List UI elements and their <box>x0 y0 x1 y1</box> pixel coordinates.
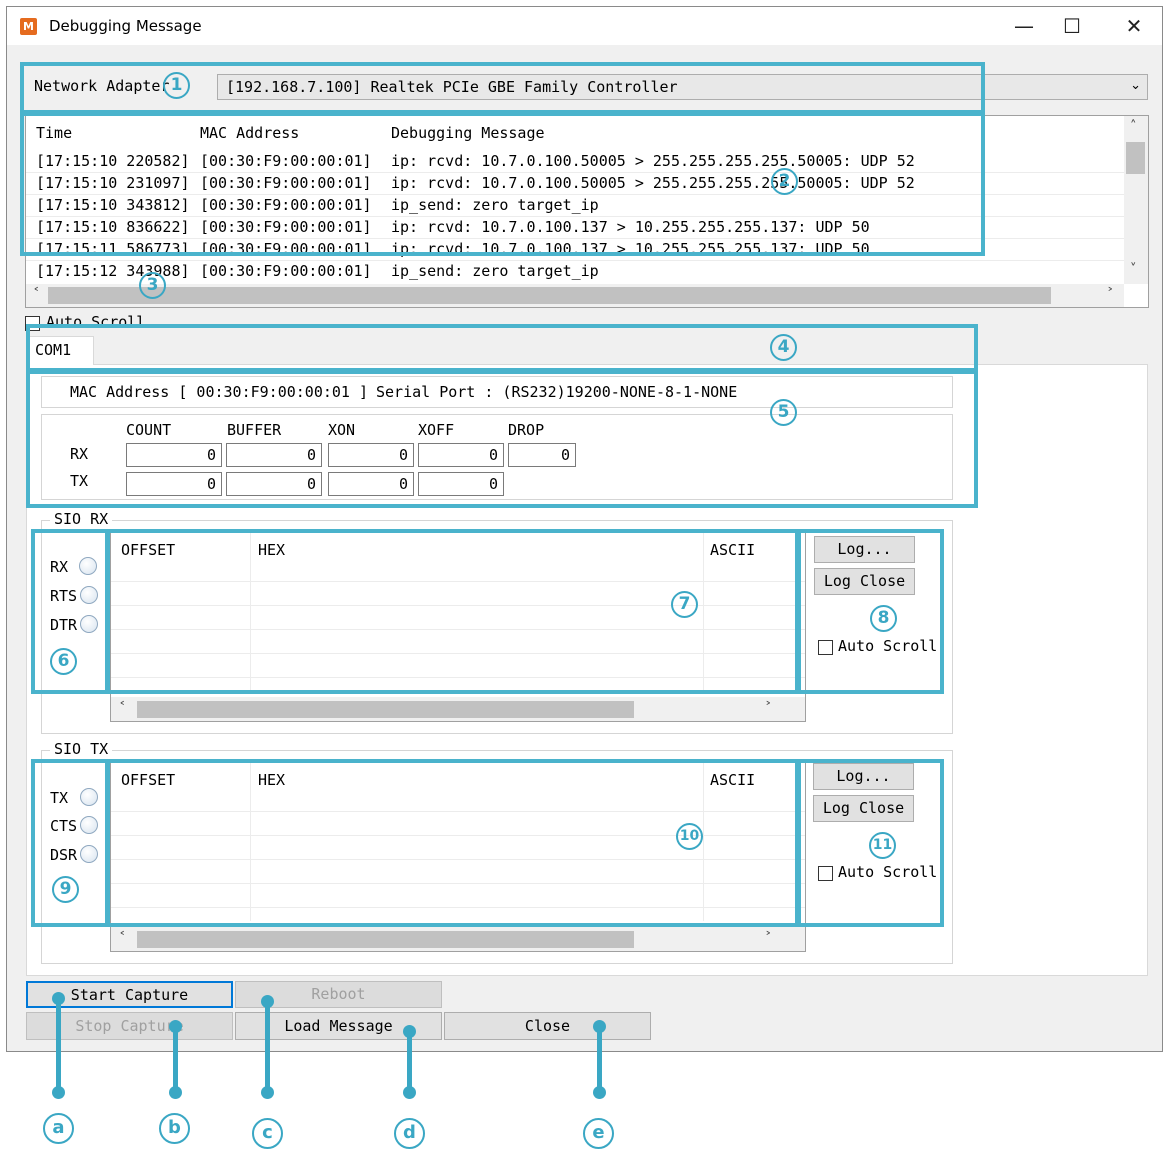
pin-end-a <box>52 1086 65 1099</box>
cell-time: [17:15:12 343988] <box>36 262 190 280</box>
marker-3: 3 <box>139 272 166 299</box>
scroll-left-icon[interactable]: ˂ <box>119 701 126 716</box>
window-title: Debugging Message <box>49 17 202 35</box>
scroll-thumb[interactable] <box>137 931 634 948</box>
marker-9: 9 <box>52 876 79 903</box>
marker-d: d <box>394 1118 425 1149</box>
scroll-left-icon[interactable]: ˂ <box>119 931 126 946</box>
marker-5: 5 <box>770 399 797 426</box>
marker-10: 10 <box>676 823 703 850</box>
close-window-button[interactable]: ✕ <box>1111 11 1157 41</box>
scroll-up-icon[interactable]: ˄ <box>1130 119 1137 134</box>
cell-message: ip_send: zero target_ip <box>391 262 599 280</box>
table-row[interactable]: [17:15:12 343988] [00:30:F9:00:00:01] ip… <box>26 260 1124 282</box>
annotation-box-2 <box>20 112 985 256</box>
scroll-thumb[interactable] <box>1126 142 1145 174</box>
pin-end-e <box>593 1086 606 1099</box>
sio-rx-horizontal-scrollbar[interactable]: ˂ ˃ <box>111 697 805 721</box>
sio-rx-title: SIO RX <box>50 510 113 528</box>
annotation-box-4 <box>26 324 978 372</box>
scroll-down-icon[interactable]: ˅ <box>1130 262 1137 277</box>
scroll-thumb[interactable] <box>48 287 1051 304</box>
pin-end-d <box>403 1086 416 1099</box>
pin-line-e <box>597 1026 602 1092</box>
marker-1: 1 <box>163 72 190 99</box>
row-divider <box>26 260 1124 261</box>
cell-mac: [00:30:F9:00:00:01] <box>200 262 372 280</box>
marker-6: 6 <box>50 648 77 675</box>
sio-tx-title: SIO TX <box>50 740 113 758</box>
scroll-thumb[interactable] <box>137 701 634 718</box>
marker-8: 8 <box>870 605 897 632</box>
marker-e: e <box>583 1118 614 1149</box>
sio-tx-horizontal-scrollbar[interactable]: ˂ ˃ <box>111 927 805 951</box>
marker-a: a <box>43 1113 74 1144</box>
maximize-button[interactable]: ☐ <box>1049 11 1095 41</box>
chevron-down-icon: ⌄ <box>1130 78 1141 93</box>
marker-11: 11 <box>869 832 896 859</box>
minimize-button[interactable]: — <box>1001 11 1047 41</box>
pin-end-c <box>261 1086 274 1099</box>
annotation-box-5 <box>26 370 978 508</box>
pin-line-c <box>265 1001 270 1092</box>
log-vertical-scrollbar[interactable]: ˄ ˅ <box>1124 116 1148 284</box>
app-icon: M <box>20 18 37 35</box>
marker-4: 4 <box>770 334 797 361</box>
scroll-left-icon[interactable]: ˂ <box>33 287 40 302</box>
marker-c: c <box>252 1118 283 1149</box>
scroll-right-icon[interactable]: ˃ <box>1107 287 1114 302</box>
pin-end-b <box>169 1086 182 1099</box>
log-auto-scroll-label: Auto Scroll <box>46 313 146 324</box>
marker-7: 7 <box>671 591 698 618</box>
close-button[interactable]: Close <box>444 1012 651 1040</box>
marker-b: b <box>159 1113 190 1144</box>
scroll-right-icon[interactable]: ˃ <box>765 931 772 946</box>
pin-line-d <box>407 1031 412 1092</box>
marker-2: 2 <box>771 168 798 195</box>
scroll-right-icon[interactable]: ˃ <box>765 701 772 716</box>
pin-line-a <box>56 998 61 1092</box>
log-horizontal-scrollbar[interactable]: ˂ ˃ <box>26 284 1124 307</box>
title-bar[interactable]: M Debugging Message — ☐ ✕ <box>7 7 1162 45</box>
pin-line-b <box>173 1026 178 1092</box>
